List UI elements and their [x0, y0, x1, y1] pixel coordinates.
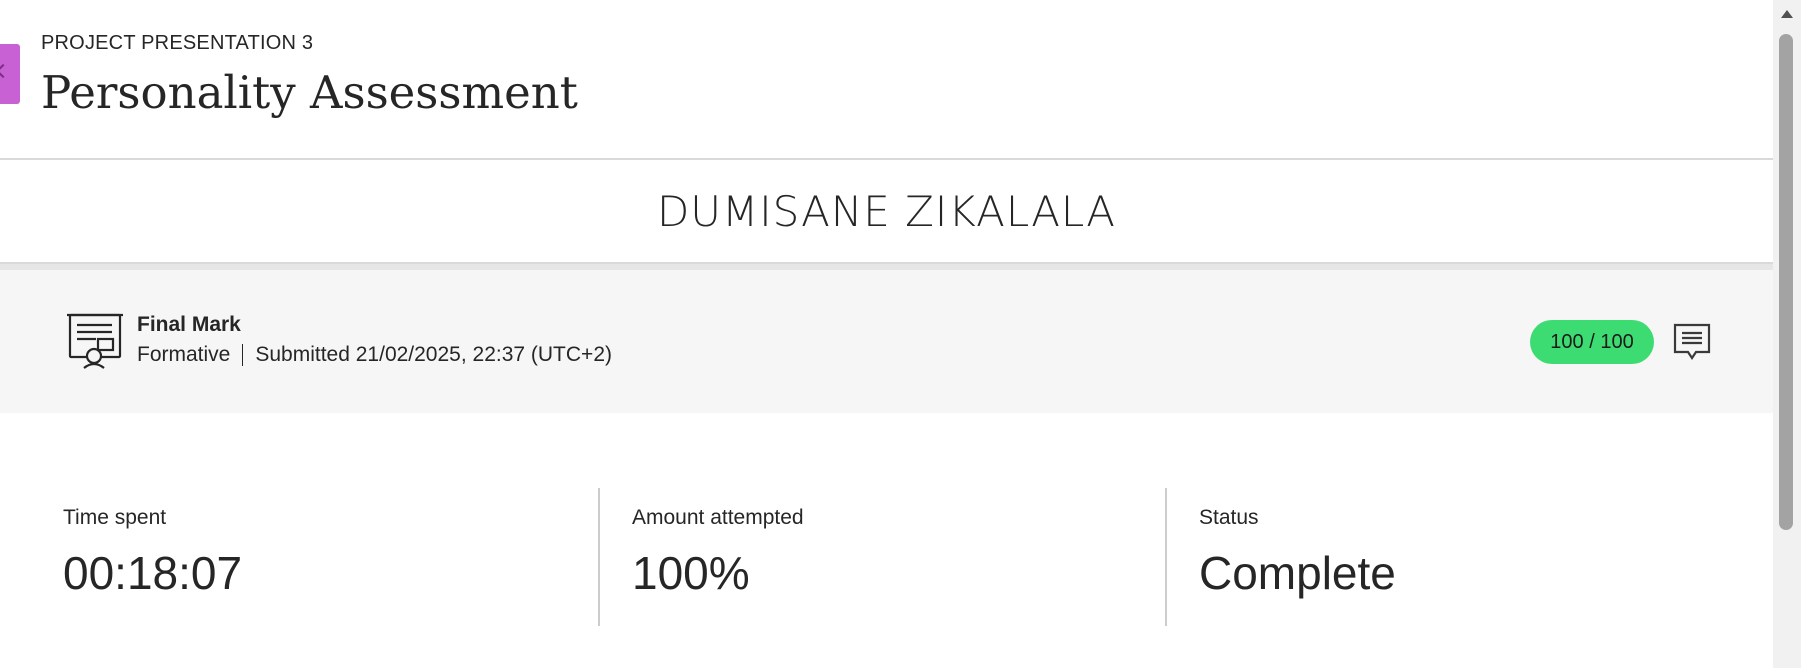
meta-separator [242, 344, 244, 366]
page-header: PROJECT PRESENTATION 3 Personality Asses… [0, 0, 1773, 160]
page-title: Personality Assessment [41, 66, 578, 119]
grade-detail-page: PROJECT PRESENTATION 3 Personality Asses… [0, 0, 1801, 668]
certificate-icon [67, 313, 123, 369]
stat-status: Status Complete [1165, 488, 1699, 626]
stat-label: Amount attempted [632, 506, 804, 529]
student-name-band: DUMISANE ZIKALALA [0, 160, 1773, 264]
scrollbar-thumb[interactable] [1779, 34, 1793, 530]
feedback-comment-icon[interactable] [1672, 322, 1712, 364]
stat-label: Time spent [63, 506, 167, 529]
final-mark-title: Final Mark [137, 313, 241, 336]
submission-time: Submitted 21/02/2025, 22:37 (UTC+2) [255, 343, 612, 366]
score-badge[interactable]: 100 / 100 [1530, 320, 1654, 364]
page-eyebrow: PROJECT PRESENTATION 3 [41, 32, 314, 54]
scroll-up-arrow-icon[interactable] [1781, 10, 1793, 18]
stat-value: 00:18:07 [63, 547, 243, 599]
stat-label: Status [1199, 506, 1259, 529]
student-name: DUMISANE ZIKALALA [656, 186, 1117, 236]
stat-value: Complete [1199, 547, 1396, 599]
final-mark-row: Final Mark Formative Submitted 21/02/202… [0, 270, 1773, 413]
stat-time-spent: Time spent 00:18:07 [63, 488, 563, 626]
vertical-scrollbar[interactable] [1773, 0, 1801, 668]
assessment-type: Formative [137, 343, 231, 366]
stat-amount-attempted: Amount attempted 100% [598, 488, 1132, 626]
stat-value: 100% [632, 547, 750, 599]
final-mark-meta: Formative Submitted 21/02/2025, 22:37 (U… [137, 343, 612, 367]
